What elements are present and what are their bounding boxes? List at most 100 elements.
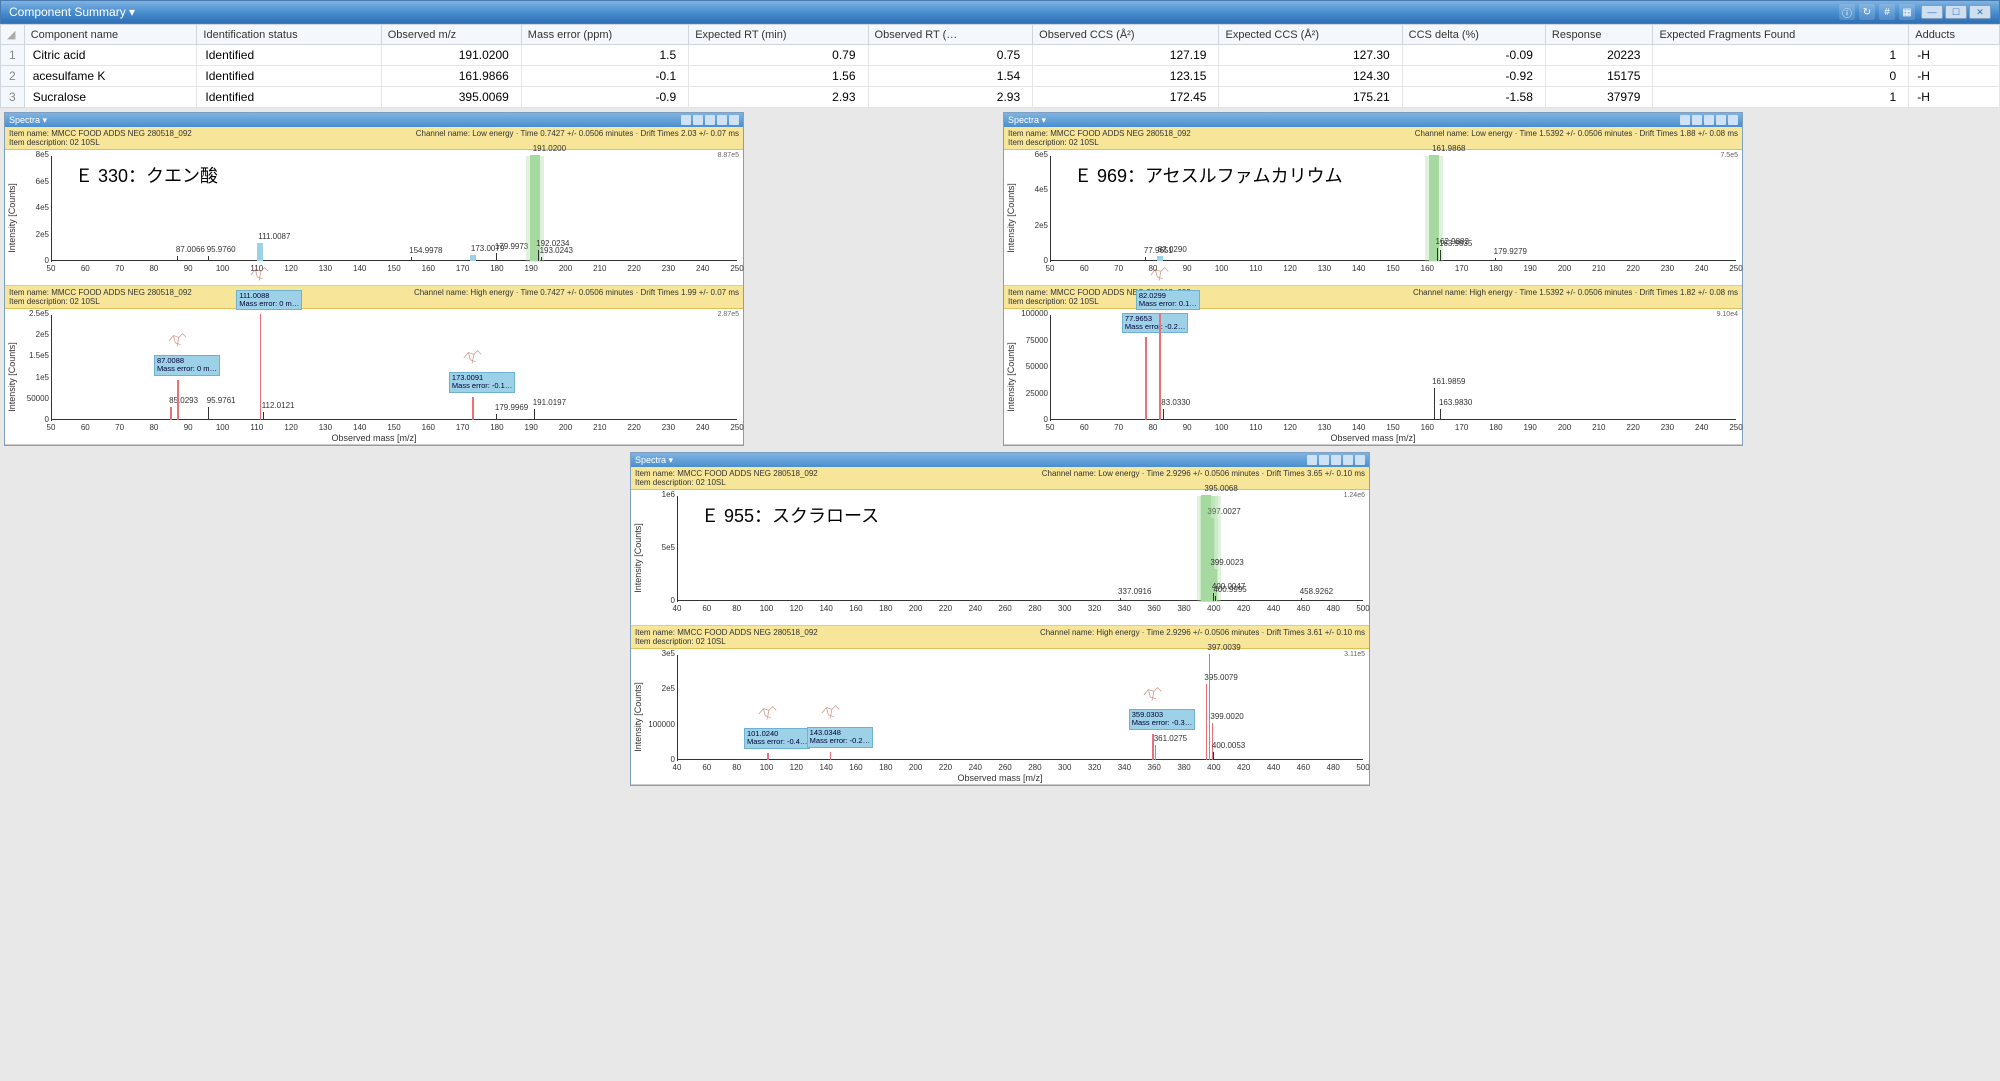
fragment-box[interactable]: 101.0240Mass error: -0.4… [744, 728, 810, 749]
col-hdr[interactable]: Response [1545, 25, 1653, 45]
peak-bar[interactable] [1157, 256, 1163, 261]
spectra-tab[interactable]: Spectra ▾ [635, 455, 673, 466]
info-icon[interactable]: ⓘ [1839, 4, 1855, 20]
col-hdr[interactable]: Observed RT (… [868, 25, 1033, 45]
tool-icon[interactable] [1331, 455, 1341, 465]
hash-icon[interactable]: # [1879, 4, 1895, 20]
peak-bar[interactable] [170, 407, 172, 420]
col-hdr[interactable]: Mass error (ppm) [521, 25, 688, 45]
col-hdr[interactable]: Observed m/z [381, 25, 521, 45]
peak-bar[interactable] [496, 253, 497, 261]
tool-icon[interactable] [1355, 455, 1365, 465]
col-hdr[interactable]: CCS delta (%) [1402, 25, 1545, 45]
peak-bar[interactable] [177, 380, 179, 420]
col-hdr[interactable]: Expected RT (min) [689, 25, 868, 45]
peak-bar[interactable] [496, 414, 497, 420]
peak-bar[interactable] [257, 243, 263, 261]
spectrum-chart-low[interactable]: 02e54e56e5506070809010011012013014015016… [1004, 150, 1742, 286]
fragment-box[interactable]: 111.0088Mass error: 0 m… [236, 290, 302, 311]
fragment-box[interactable]: 77.9653Mass error: -0.2… [1122, 313, 1188, 334]
peak-bar[interactable] [208, 407, 209, 420]
peak-bar[interactable] [1163, 409, 1164, 420]
close-icon[interactable]: ✕ [1969, 5, 1991, 19]
peak-bar[interactable] [1206, 684, 1208, 760]
spectrum-chart-low[interactable]: 05e51e6406080100120140160180200220240260… [631, 490, 1369, 626]
spectrum-chart-high[interactable]: 01000002e53e5406080100120140160180200220… [631, 649, 1369, 785]
peak-bar[interactable] [1440, 409, 1441, 420]
spectra-tab[interactable]: Spectra ▾ [1008, 115, 1046, 126]
tool-icon[interactable] [717, 115, 727, 125]
component-table[interactable]: ◢Component nameIdentification statusObse… [0, 24, 2000, 108]
peak-bar[interactable] [1437, 248, 1438, 261]
col-hdr[interactable]: ◢ [1, 25, 25, 45]
peak-bar[interactable] [1145, 337, 1147, 420]
fragment-box[interactable]: 87.0088Mass error: 0 m… [154, 355, 220, 376]
spectrum-subheader-low: Item name: MMCC FOOD ADDS NEG 280518_092… [1004, 127, 1742, 150]
fragment-box[interactable]: 82.0299Mass error: 0.1… [1136, 290, 1200, 311]
tool-icon[interactable] [1716, 115, 1726, 125]
tool-icon[interactable] [1728, 115, 1738, 125]
spectrum-chart-high[interactable]: 0250005000075000100000506070809010011012… [1004, 309, 1742, 445]
col-hdr[interactable]: Component name [24, 25, 197, 45]
tool-icon[interactable] [693, 115, 703, 125]
tool-icon[interactable] [1307, 455, 1317, 465]
fragment-box[interactable]: 359.0303Mass error: -0.3… [1129, 709, 1195, 730]
peak-bar[interactable] [1155, 745, 1157, 760]
peak-bar[interactable] [1209, 654, 1211, 760]
spectrum-titlebar[interactable]: Spectra ▾ [5, 113, 743, 127]
peak-bar[interactable] [411, 257, 412, 261]
peak-bar[interactable] [830, 752, 832, 760]
peak-bar[interactable] [1495, 258, 1496, 261]
tool-icon[interactable] [729, 115, 739, 125]
col-hdr[interactable]: Expected CCS (Å²) [1219, 25, 1402, 45]
spectrum-chart-low[interactable]: 02e54e56e58e5506070809010011012013014015… [5, 150, 743, 286]
peak-bar[interactable] [1120, 598, 1121, 601]
peak-bar[interactable] [1301, 598, 1302, 601]
spectrum-chart-high[interactable]: 0500001e51.5e52e52.5e5506070809010011012… [5, 309, 743, 445]
cell-obs_mz: 161.9866 [381, 66, 521, 87]
min-icon[interactable]: — [1921, 5, 1943, 19]
fragment-box[interactable]: 173.0091Mass error: -0.1… [449, 372, 515, 393]
tool-icon[interactable] [1680, 115, 1690, 125]
header-title[interactable]: Component Summary ▾ [9, 5, 1839, 19]
grid-icon[interactable]: ▦ [1899, 4, 1915, 20]
tool-icon[interactable] [1343, 455, 1353, 465]
peak-bar[interactable] [177, 256, 178, 261]
max-icon[interactable]: ☐ [1945, 5, 1967, 19]
peak-bar[interactable] [538, 250, 539, 261]
peak-bar[interactable] [1440, 250, 1441, 261]
peak-bar[interactable] [472, 397, 474, 420]
xtick: 240 [1695, 264, 1708, 273]
col-hdr[interactable]: Adducts [1909, 25, 2000, 45]
structure-icon [459, 347, 487, 369]
peak-bar[interactable] [1213, 752, 1214, 760]
col-hdr[interactable]: Observed CCS (Å²) [1033, 25, 1219, 45]
table-row[interactable]: 3SucraloseIdentified395.0069-0.92.932.93… [1, 87, 2000, 108]
peak-bar[interactable] [767, 753, 769, 760]
col-hdr[interactable]: Expected Fragments Found [1653, 25, 1909, 45]
peak-bar[interactable] [1215, 596, 1216, 601]
tool-icon[interactable] [705, 115, 715, 125]
tool-icon[interactable] [1692, 115, 1702, 125]
xtick: 100 [1215, 423, 1228, 432]
channel-info: Channel name: Low energy · Time 0.7427 +… [416, 129, 739, 147]
table-row[interactable]: 2acesulfame KIdentified161.9866-0.11.561… [1, 66, 2000, 87]
tool-icon[interactable] [681, 115, 691, 125]
spectrum-titlebar[interactable]: Spectra ▾ [1004, 113, 1742, 127]
spectrum-titlebar[interactable]: Spectra ▾ [631, 453, 1369, 467]
peak-bar[interactable] [1145, 257, 1146, 261]
peak-bar[interactable] [263, 412, 264, 420]
peak-bar[interactable] [534, 409, 535, 420]
tool-icon[interactable] [1704, 115, 1714, 125]
peak-bar[interactable] [208, 256, 209, 261]
col-hdr[interactable]: Identification status [197, 25, 381, 45]
tool-icon[interactable] [1319, 455, 1329, 465]
table-row[interactable]: 1Citric acidIdentified191.02001.50.790.7… [1, 45, 2000, 66]
cell-merr: 1.5 [521, 45, 688, 66]
fragment-box[interactable]: 143.0348Mass error: -0.2… [807, 727, 873, 748]
peak-bar[interactable] [541, 257, 542, 261]
peak-bar[interactable] [1434, 388, 1435, 420]
refresh-icon[interactable]: ↻ [1859, 4, 1875, 20]
spectra-tab[interactable]: Spectra ▾ [9, 115, 47, 126]
peak-bar[interactable] [470, 255, 476, 261]
